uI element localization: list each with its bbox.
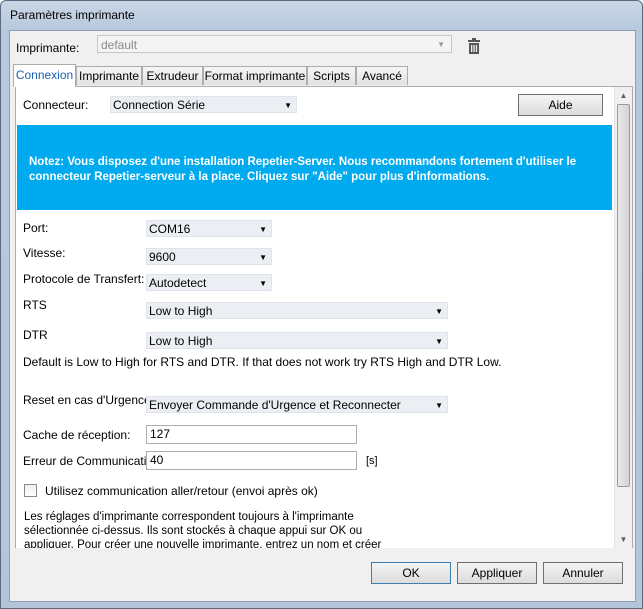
chevron-down-icon: ▼ — [437, 40, 445, 49]
repetier-server-notice: Notez: Vous disposez d'une installation … — [17, 125, 612, 210]
rts-value: Low to High — [149, 304, 213, 318]
help-button[interactable]: Aide — [518, 94, 603, 116]
emergency-reset-select[interactable]: Envoyer Commande d'Urgence et Reconnecte… — [146, 396, 448, 413]
tab-scripts[interactable]: Scripts — [307, 66, 356, 85]
speed-select[interactable]: 9600 ▼ — [146, 248, 272, 265]
protocol-label: Protocole de Transfert: — [23, 272, 145, 286]
tab-avance[interactable]: Avancé — [356, 66, 408, 85]
chevron-down-icon: ▼ — [435, 337, 443, 346]
trash-icon[interactable] — [467, 38, 481, 54]
timeout-unit: [s] — [366, 455, 378, 467]
pingpong-label[interactable]: Utilisez communication aller/retour (env… — [45, 484, 318, 498]
rts-label: RTS — [23, 298, 47, 312]
port-value: COM16 — [149, 222, 191, 236]
tab-extrudeur[interactable]: Extrudeur — [142, 66, 203, 85]
panel-scrollbar[interactable]: ▲ ▼ — [614, 87, 632, 548]
cancel-button[interactable]: Annuler — [543, 562, 623, 584]
receive-cache-label: Cache de réception: — [23, 428, 131, 442]
printer-select-value: default — [101, 38, 138, 52]
dialog-body: Imprimante: default ▼ Connexion Impriman… — [9, 30, 636, 602]
chevron-down-icon: ▼ — [435, 307, 443, 316]
receive-cache-input[interactable]: 127 — [146, 425, 357, 444]
chevron-down-icon: ▼ — [259, 225, 267, 234]
rts-dtr-note: Default is Low to High for RTS and DTR. … — [23, 355, 502, 369]
printer-label: Imprimante: — [16, 41, 80, 55]
ok-button[interactable]: OK — [371, 562, 451, 584]
settings-info-text: Les réglages d'imprimante correspondent … — [24, 511, 382, 549]
port-label: Port: — [23, 221, 49, 235]
protocol-select[interactable]: Autodetect ▼ — [146, 274, 272, 291]
printer-select[interactable]: default ▼ — [97, 35, 452, 53]
connexion-panel: Connecteur: Connection Série ▼ Aide Note… — [15, 86, 633, 549]
emergency-reset-value: Envoyer Commande d'Urgence et Reconnecte… — [149, 398, 401, 412]
tab-connexion[interactable]: Connexion — [13, 64, 76, 87]
window-title: Paramètres imprimante — [10, 8, 135, 22]
scroll-up-icon[interactable]: ▲ — [615, 87, 632, 104]
dtr-label: DTR — [23, 328, 48, 342]
apply-button[interactable]: Appliquer — [457, 562, 537, 584]
emergency-reset-label: Reset en cas d'Urgence — [23, 393, 151, 407]
port-select[interactable]: COM16 ▼ — [146, 220, 272, 237]
chevron-down-icon: ▼ — [284, 101, 292, 110]
speed-label: Vitesse: — [23, 246, 66, 260]
scroll-down-icon[interactable]: ▼ — [615, 531, 632, 548]
communication-timeout-input[interactable]: 40 — [146, 451, 357, 470]
tab-imprimante[interactable]: Imprimante — [76, 66, 142, 85]
title-bar[interactable]: Paramètres imprimante — [1, 1, 642, 29]
protocol-value: Autodetect — [149, 276, 207, 290]
speed-value: 9600 — [149, 250, 176, 264]
pingpong-checkbox[interactable] — [24, 484, 37, 497]
chevron-down-icon: ▼ — [435, 401, 443, 410]
dtr-value: Low to High — [149, 334, 213, 348]
communication-timeout-label: Erreur de Communication: — [23, 454, 164, 468]
chevron-down-icon: ▼ — [259, 279, 267, 288]
connector-label: Connecteur: — [23, 98, 89, 112]
tab-format-imprimante[interactable]: Format imprimante — [203, 66, 307, 85]
dtr-select[interactable]: Low to High ▼ — [146, 332, 448, 349]
notice-text: Notez: Vous disposez d'une installation … — [29, 156, 577, 183]
chevron-down-icon: ▼ — [259, 253, 267, 262]
rts-select[interactable]: Low to High ▼ — [146, 302, 448, 319]
printer-settings-window: Paramètres imprimante Imprimante: defaul… — [0, 0, 643, 609]
connector-select[interactable]: Connection Série ▼ — [110, 96, 297, 113]
connector-value: Connection Série — [113, 98, 206, 112]
dialog-footer: OK Appliquer Annuler — [10, 548, 635, 601]
scrollbar-thumb[interactable] — [617, 104, 630, 487]
